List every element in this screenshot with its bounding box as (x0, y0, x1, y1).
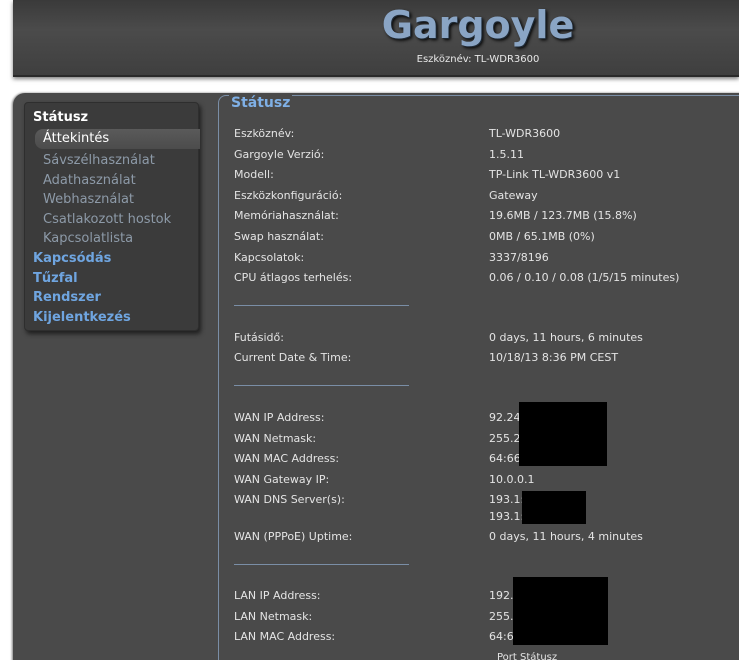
page: Gargoyle Eszköznév: TL-WDR3600 Státusz Á… (0, 0, 739, 660)
menu-section-system[interactable]: Rendszer (33, 290, 101, 305)
menu-section-firewall[interactable]: Tűzfal (33, 271, 78, 286)
lan-netmask-label: LAN Netmask: (234, 610, 313, 623)
menu-item-overview[interactable]: Áttekintés (35, 129, 200, 149)
wan-uptime-value: 0 days, 11 hours, 4 minutes (489, 530, 643, 543)
datetime-value: 10/18/13 8:36 PM CEST (489, 351, 619, 364)
device-name-label-row: Eszköznév: (234, 127, 295, 140)
brand-logo: Gargoyle (381, 3, 575, 47)
wan-dns-label: WAN DNS Server(s): (234, 493, 345, 506)
wan-netmask-label: WAN Netmask: (234, 432, 317, 445)
uptime-value: 0 days, 11 hours, 6 minutes (489, 331, 643, 344)
wan-mac-label: WAN MAC Address: (234, 452, 340, 465)
datetime-label: Current Date & Time: (234, 351, 352, 364)
menu-item-connection-list[interactable]: Kapcsolatlista (43, 231, 133, 246)
version-label: Gargoyle Verzió: (234, 148, 325, 161)
menu-section-status[interactable]: Státusz (33, 110, 88, 125)
memory-label: Memóriahasználat: (234, 209, 339, 222)
wan-netmask-value: 255.2 (489, 432, 521, 445)
menu-section-logout[interactable]: Kijelentkezés (33, 310, 131, 325)
menu-item-connected-hosts[interactable]: Csatlakozott hostok (43, 212, 171, 227)
redaction-box (519, 402, 607, 466)
separator (234, 305, 409, 306)
connections-value: 3337/8196 (489, 251, 549, 264)
cpu-load-value: 0.06 / 0.10 / 0.08 (1/5/15 minutes) (489, 271, 680, 284)
lan-mac-value: 64:6 (489, 630, 514, 643)
uptime-label: Futásidő: (234, 331, 284, 344)
separator (234, 564, 409, 565)
separator (234, 385, 409, 386)
port-table-header: Port Státusz (497, 652, 558, 660)
swap-label: Swap használat: (234, 230, 324, 243)
lan-ip-label: LAN IP Address: (234, 589, 321, 602)
wan-ip-value: 92.24 (489, 411, 521, 424)
wan-dns-value-1: 193.1: (489, 493, 525, 506)
cpu-load-label: CPU átlagos terhelés: (234, 271, 353, 284)
menu-item-data-usage[interactable]: Adathasználat (43, 173, 136, 188)
connections-label: Kapcsolatok: (234, 251, 305, 264)
sidebar-menu: Státusz Áttekintés Sávszélhasználat Adat… (24, 102, 200, 331)
lan-mac-label: LAN MAC Address: (234, 630, 336, 643)
wan-mac-value: 64:66 (489, 452, 521, 465)
wan-gateway-value: 10.0.0.1 (489, 473, 535, 486)
wan-gateway-label: WAN Gateway IP: (234, 473, 330, 486)
menu-section-connection[interactable]: Kapcsódás (33, 251, 111, 266)
model-value: TP-Link TL-WDR3600 v1 (489, 168, 621, 181)
wan-dns-value-2: 193.1: (489, 510, 525, 523)
lan-netmask-value: 255. (489, 610, 514, 623)
redaction-box (522, 491, 586, 524)
menu-item-bandwidth[interactable]: Sávszélhasználat (43, 153, 155, 168)
swap-value: 0MB / 65.1MB (0%) (489, 230, 595, 243)
header: Gargoyle Eszköznév: TL-WDR3600 (13, 0, 739, 77)
config-value: Gateway (489, 189, 538, 202)
wan-uptime-label: WAN (PPPoE) Uptime: (234, 530, 353, 543)
menu-item-web-usage[interactable]: Webhasználat (43, 192, 134, 207)
status-panel (218, 95, 739, 660)
model-label: Modell: (234, 168, 274, 181)
device-name-label: Eszköznév: TL-WDR3600 (416, 54, 540, 65)
lan-ip-value: 192. (489, 589, 514, 602)
memory-value: 19.6MB / 123.7MB (15.8%) (489, 209, 637, 222)
version-value: 1.5.11 (489, 148, 524, 161)
wan-ip-label: WAN IP Address: (234, 411, 325, 424)
redaction-box (513, 577, 608, 645)
panel-title: Státusz (229, 95, 293, 111)
config-label: Eszközkonfiguráció: (234, 189, 343, 202)
device-name-value: TL-WDR3600 (489, 127, 561, 140)
